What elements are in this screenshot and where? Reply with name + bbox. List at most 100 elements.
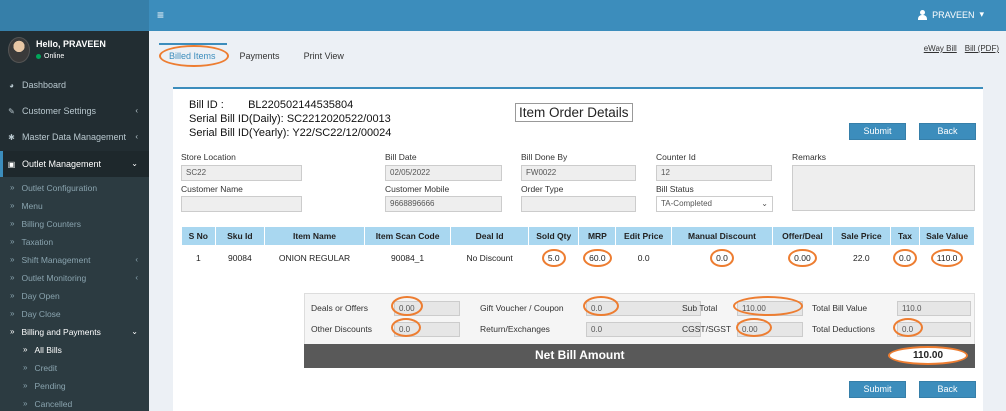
chevron-down-icon: ⌄ bbox=[131, 159, 138, 168]
back-button-bottom[interactable]: Back bbox=[919, 381, 976, 398]
subtotal-label: Sub Total bbox=[682, 303, 718, 313]
bill-status-label: Bill Status bbox=[656, 184, 694, 194]
order-type-label: Order Type bbox=[521, 184, 564, 194]
sidebar-item-day-open[interactable]: » Day Open bbox=[0, 287, 149, 304]
main-content: Billed Items Payments Print View eWay Bi… bbox=[149, 31, 1006, 411]
returns-label: Return/Exchanges bbox=[480, 324, 550, 334]
chevron-right-icon: » bbox=[10, 201, 15, 210]
store-icon: ▣ bbox=[7, 159, 16, 169]
chevron-right-icon: » bbox=[23, 399, 28, 408]
bill-details-box: Bill ID : BL220502144535804 Serial Bill … bbox=[173, 87, 983, 411]
outlet-submenu: » Outlet Configuration » Menu » Billing Cou… bbox=[0, 177, 149, 411]
chevron-right-icon: » bbox=[10, 255, 15, 264]
sidebar-item-billing-counters[interactable]: » Billing Counters bbox=[0, 215, 149, 232]
sidebar-item-pending[interactable]: » Pending bbox=[0, 377, 149, 394]
sidebar-item-label: Outlet Configuration bbox=[21, 182, 98, 193]
sidebar-item-label: Shift Management bbox=[21, 254, 91, 265]
bill-done-by-label: Bill Done By bbox=[521, 152, 568, 162]
customer-name-field[interactable] bbox=[181, 196, 302, 212]
user-icon bbox=[918, 9, 928, 20]
page-title: Item Order Details bbox=[515, 103, 633, 122]
col-header: Manual Discount bbox=[671, 226, 773, 246]
col-header: Edit Price bbox=[615, 226, 673, 246]
sidebar-item-taxation[interactable]: » Taxation bbox=[0, 233, 149, 250]
store-location-field[interactable]: SC22 bbox=[181, 165, 302, 181]
order-type-field[interactable] bbox=[521, 196, 636, 212]
col-header: Deal Id bbox=[450, 226, 530, 246]
hamburger-icon[interactable]: ≡ bbox=[157, 8, 168, 22]
sidebar-item-outlet-monitoring[interactable]: » Outlet Monitoring ‹ bbox=[0, 269, 149, 286]
chevron-right-icon: » bbox=[23, 381, 28, 390]
sidebar-item-outlet-management[interactable]: ▣ Outlet Management ⌄ bbox=[0, 151, 149, 177]
gift-label: Gift Voucher / Coupon bbox=[480, 303, 564, 313]
sidebar-item-label: Cancelled bbox=[34, 398, 73, 409]
sidebar-item-label: Outlet Management bbox=[22, 159, 102, 169]
chevron-left-icon: ‹ bbox=[135, 273, 138, 282]
sidebar-item-label: Outlet Monitoring bbox=[21, 272, 87, 283]
counter-id-field[interactable]: 12 bbox=[656, 165, 772, 181]
sidebar-item-outlet-configuration[interactable]: » Outlet Configuration bbox=[0, 179, 149, 196]
cell-tax: 0.0 bbox=[890, 246, 919, 270]
top-navbar: ≡ PRAVEEN ▾ bbox=[0, 0, 1006, 31]
user-menu[interactable]: PRAVEEN ▾ bbox=[918, 9, 984, 20]
tab-bar: Billed Items Payments Print View bbox=[157, 45, 356, 67]
sidebar-item-label: Pending bbox=[34, 380, 66, 391]
gst-label: CGST/SGST bbox=[682, 324, 732, 334]
sidebar-item-day-close[interactable]: » Day Close bbox=[0, 305, 149, 322]
sidebar-item-dashboard[interactable]: ◕ Dashboard bbox=[0, 72, 149, 98]
bill-done-by-field[interactable]: FW0022 bbox=[521, 165, 636, 181]
submit-button-bottom[interactable]: Submit bbox=[849, 381, 906, 398]
sold-qty-value: 5.0 bbox=[541, 248, 566, 267]
tab-billed-items[interactable]: Billed Items bbox=[157, 45, 229, 67]
bill-status-select[interactable]: TA-Completed ⌄ bbox=[656, 196, 773, 212]
other-discounts-highlight bbox=[391, 318, 421, 337]
deals-label: Deals or Offers bbox=[311, 303, 369, 313]
sidebar-item-label: Day Close bbox=[21, 308, 61, 319]
total-bill-field[interactable]: 110.0 bbox=[897, 301, 971, 316]
bill-pdf-link[interactable]: Bill (PDF) bbox=[965, 44, 999, 53]
back-button[interactable]: Back bbox=[919, 123, 976, 140]
sidebar-item-label: Credit bbox=[34, 362, 58, 373]
chevron-down-icon: ⌄ bbox=[131, 327, 138, 336]
online-dot-icon bbox=[36, 54, 41, 59]
cell-mrp: 60.0 bbox=[579, 246, 616, 270]
customer-mobile-field[interactable]: 9668896666 bbox=[385, 196, 502, 212]
tab-payments[interactable]: Payments bbox=[228, 48, 292, 66]
col-header: Item Scan Code bbox=[363, 226, 452, 246]
total-deductions-label: Total Deductions bbox=[812, 324, 875, 334]
online-label: Online bbox=[44, 53, 65, 60]
sale-value-value: 110.0 bbox=[930, 248, 964, 267]
tab-print-view[interactable]: Print View bbox=[292, 48, 356, 66]
sidebar-item-shift-management[interactable]: » Shift Management ‹ bbox=[0, 251, 149, 268]
sidebar: Hello, PRAVEEN Online ◕ Dashboard ✎ Cust… bbox=[0, 31, 149, 411]
caret-down-icon: ▾ bbox=[979, 9, 984, 19]
sidebar-item-label: Billing and Payments bbox=[21, 326, 101, 337]
bill-header: Bill ID : BL220502144535804 Serial Bill … bbox=[189, 98, 391, 140]
yearly-id-value: Y22/SC22/12/00024 bbox=[292, 127, 392, 139]
manual-discount-value: 0.0 bbox=[710, 248, 734, 267]
remarks-field[interactable] bbox=[792, 165, 975, 211]
sidebar-item-label: Customer Settings bbox=[22, 106, 97, 116]
counter-id-label: Counter Id bbox=[656, 152, 696, 162]
submit-button[interactable]: Submit bbox=[849, 123, 906, 140]
sidebar-item-menu[interactable]: » Menu bbox=[0, 197, 149, 214]
sidebar-item-all-bills[interactable]: » All Bills bbox=[0, 341, 149, 358]
table-header-row: S No Sku Id Item Name Item Scan Code Dea… bbox=[181, 226, 975, 246]
net-bill-label: Net Bill Amount bbox=[535, 348, 625, 362]
sidebar-item-billing-payments[interactable]: » Billing and Payments ⌄ bbox=[0, 323, 149, 340]
col-header: S No bbox=[181, 226, 216, 246]
chevron-right-icon: » bbox=[23, 363, 28, 372]
offer-deal-value: 0.00 bbox=[788, 248, 817, 267]
sidebar-item-customer-settings[interactable]: ✎ Customer Settings ‹ bbox=[0, 98, 149, 124]
eway-bill-link[interactable]: eWay Bill bbox=[924, 44, 957, 53]
cell-sno: 1 bbox=[195, 252, 201, 263]
user-greeting: Hello, PRAVEEN bbox=[36, 39, 106, 49]
sidebar-item-credit[interactable]: » Credit bbox=[0, 359, 149, 376]
bill-date-field[interactable]: 02/05/2022 bbox=[385, 165, 502, 181]
sidebar-item-cancelled[interactable]: » Cancelled bbox=[0, 395, 149, 411]
cell-edit-price: 0.0 bbox=[637, 252, 650, 263]
sidebar-item-master-data[interactable]: ✱ Master Data Management ‹ bbox=[0, 124, 149, 150]
net-bill-bar: Net Bill Amount 110.00 bbox=[304, 344, 975, 368]
bill-date-label: Bill Date bbox=[385, 152, 417, 162]
other-discounts-label: Other Discounts bbox=[311, 324, 372, 334]
